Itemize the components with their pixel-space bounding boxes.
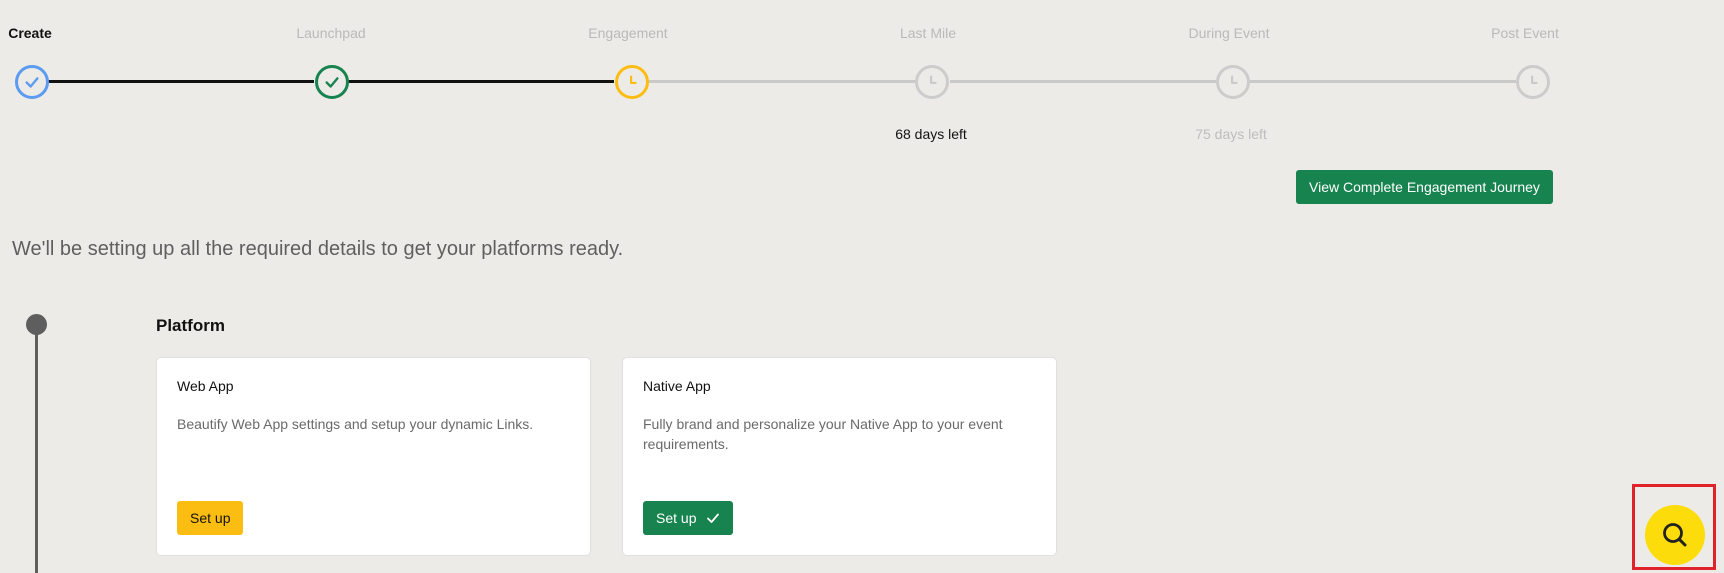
step-connector (48, 80, 314, 83)
clock-icon (1231, 75, 1238, 84)
step-label-launchpad: Launchpad (296, 25, 366, 41)
timeline-line (35, 333, 38, 573)
progress-stepper: Create Launchpad Engagement Last Mile 68… (0, 0, 1724, 142)
view-engagement-journey-button[interactable]: View Complete Engagement Journey (1296, 170, 1553, 204)
step-engagement[interactable] (615, 65, 649, 99)
step-label-post-event: Post Event (1491, 25, 1559, 41)
check-icon (325, 77, 339, 88)
button-label: Set up (656, 510, 697, 526)
search-fab-button[interactable] (1645, 505, 1705, 565)
card-title: Web App (177, 378, 234, 394)
clock-icon (630, 75, 637, 84)
check-icon (25, 77, 39, 88)
intro-text: We'll be setting up all the required det… (12, 238, 624, 260)
check-icon (707, 513, 720, 523)
native-app-setup-button[interactable]: Set up (643, 501, 734, 535)
step-post-event[interactable] (1516, 65, 1550, 99)
card-native-app: Native App Fully brand and personalize y… (622, 357, 1057, 556)
timeline-dot (26, 314, 47, 335)
card-description: Fully brand and personalize your Native … (643, 416, 1003, 452)
clock-icon (930, 75, 937, 84)
step-connector (648, 80, 916, 83)
step-connector (950, 80, 1216, 83)
step-last-mile[interactable] (915, 65, 949, 99)
card-description: Beautify Web App settings and setup your… (177, 416, 534, 432)
days-left-during-event: 75 days left (1195, 126, 1267, 142)
section-title-platform: Platform (156, 316, 225, 335)
step-label-last-mile: Last Mile (899, 25, 957, 41)
card-web-app: Web App Beautify Web App settings and se… (156, 357, 591, 556)
step-create[interactable] (15, 65, 49, 99)
clock-icon (1531, 75, 1538, 84)
step-launchpad[interactable] (315, 65, 349, 99)
days-left-last-mile: 68 days left (895, 126, 967, 142)
button-label: Set up (190, 510, 231, 526)
step-label-create: Create (8, 25, 52, 41)
card-title: Native App (643, 378, 711, 394)
step-connector (1250, 80, 1516, 83)
step-during-event[interactable] (1216, 65, 1250, 99)
search-icon (1663, 523, 1687, 547)
web-app-setup-button[interactable]: Set up (177, 501, 244, 535)
step-label-during-event: During Event (1188, 25, 1270, 41)
step-connector (348, 80, 614, 83)
step-label-engagement: Engagement (588, 25, 668, 41)
